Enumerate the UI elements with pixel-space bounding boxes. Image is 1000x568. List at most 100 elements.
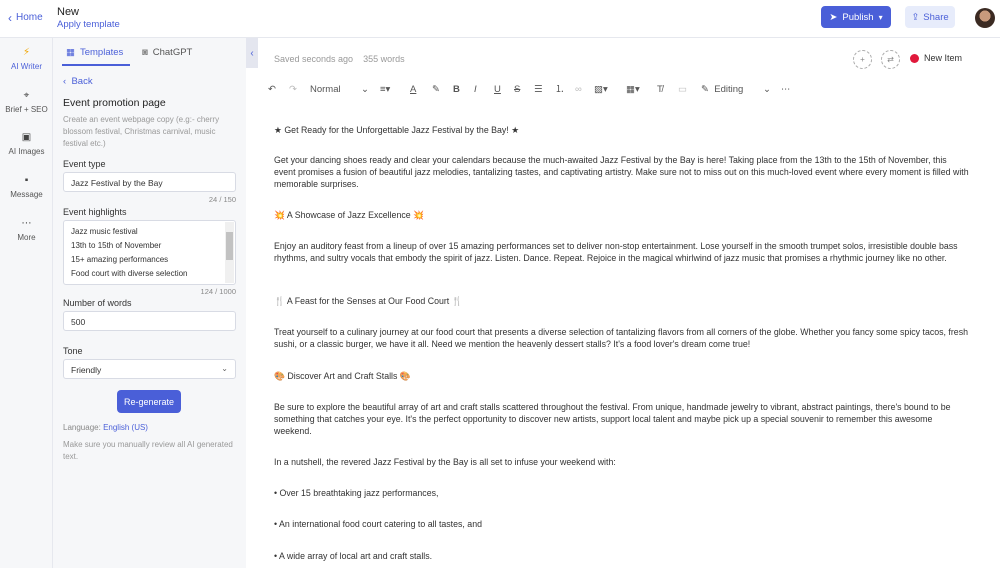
back-link[interactable]: ‹ Back [63, 76, 93, 87]
editing-mode-value: Editing [714, 84, 744, 95]
table-icon[interactable]: ▦▾ [626, 83, 640, 97]
document-heading: 💥 A Showcase of Jazz Excellence 💥 [274, 210, 425, 220]
tone-label: Tone [63, 346, 83, 356]
list-item: • Over 15 breathtaking jazz performances… [274, 488, 439, 498]
highlight-line: Food court with diverse selection [71, 269, 188, 278]
publish-button[interactable]: ➤ Publish ▾ [821, 6, 891, 28]
event-highlights-textarea[interactable]: Jazz music festival 13th to 15th of Nove… [63, 220, 236, 285]
chevron-left-icon: ‹ [250, 47, 254, 59]
highlight-line: 13th to 15th of November [71, 241, 162, 250]
apply-template-link[interactable]: Apply template [57, 19, 120, 30]
bold-icon[interactable]: B [453, 83, 460, 97]
scrollbar-thumb[interactable] [226, 232, 233, 260]
chevron-down-icon: ⌄ [221, 364, 228, 373]
template-description: Create an event webpage copy (e.g:- cher… [63, 115, 220, 148]
tab-label: Templates [79, 47, 124, 58]
new-item-status[interactable]: New Item [910, 53, 962, 63]
document-heading: ★ Get Ready for the Unforgettable Jazz F… [274, 125, 520, 135]
event-type-counter: 24 / 150 [208, 195, 236, 204]
new-item-label: New Item [924, 53, 963, 63]
template-heading: Event promotion page [63, 97, 166, 109]
event-type-input[interactable]: Jazz Festival by the Bay [63, 172, 236, 192]
language-setting: Language: English (US) [63, 423, 148, 432]
image-insert-icon[interactable]: ▧▾ [594, 83, 608, 97]
words-input[interactable]: 500 [63, 311, 236, 331]
active-tab-indicator [62, 64, 130, 66]
share-label: Share [923, 11, 949, 23]
chevron-left-icon: ‹ [8, 10, 12, 25]
text-style-select[interactable]: Normal [310, 83, 341, 97]
undo-icon[interactable]: ↶ [268, 83, 276, 97]
send-icon: ➤ [829, 11, 838, 23]
rail-item-ai-images[interactable]: ▣ AI Images [0, 132, 53, 156]
document-heading: 🎨 Discover Art and Craft Stalls 🎨 [274, 371, 411, 381]
document-heading: 🍴 A Feast for the Senses at Our Food Cou… [274, 296, 463, 306]
rail-item-more[interactable]: ⋯ More [0, 218, 53, 242]
chevron-down-icon[interactable]: ⌄ [763, 83, 771, 97]
target-icon: ⌖ [23, 90, 30, 101]
text-style-value: Normal [310, 84, 341, 95]
formatting-toolbar: ↶ ↷ Normal ⌄ ≡▾ A ✎ B I U S ☰ ⒈ ∞ ▧▾ ▦▾ … [268, 82, 988, 98]
rail-item-brief-seo[interactable]: ⌖ Brief + SEO [0, 90, 53, 114]
italic-icon[interactable]: I [474, 83, 477, 97]
language-link[interactable]: English (US) [103, 423, 148, 432]
rail-label: Brief + SEO [5, 105, 48, 114]
editing-mode-select[interactable]: ✎ Editing [701, 83, 743, 97]
strikethrough-icon[interactable]: S [514, 83, 520, 97]
back-label: Back [71, 76, 93, 87]
add-user-icon[interactable]: + [853, 50, 872, 69]
align-icon[interactable]: ≡▾ [380, 83, 390, 97]
status-dot-icon [910, 53, 919, 63]
template-panel: ▦ Templates ◙ ChatGPT ‹ Back Event promo… [53, 38, 246, 568]
saved-status: Saved seconds ago [274, 54, 354, 64]
numbered-list-icon[interactable]: ⒈ [555, 83, 565, 97]
panel-tabs: ▦ Templates ◙ ChatGPT [53, 38, 246, 66]
rail-item-ai-writer[interactable]: ⚡ AI Writer [0, 47, 53, 71]
document-paragraph: Get your dancing shoes ready and clear y… [274, 155, 969, 189]
tone-select[interactable]: Friendly ⌄ [63, 359, 236, 379]
tab-templates[interactable]: ▦ Templates [66, 47, 123, 58]
words-label: Number of words [63, 298, 132, 308]
home-link[interactable]: ‹ Home [8, 10, 43, 25]
chevron-down-icon: ▾ [878, 12, 883, 22]
publish-label: Publish [842, 11, 874, 23]
redo-icon[interactable]: ↷ [289, 83, 297, 97]
document-title[interactable]: New [57, 6, 79, 18]
user-avatar[interactable] [975, 8, 995, 28]
chat-icon: ▪ [24, 175, 29, 186]
review-note: Make sure you manually review all AI gen… [63, 440, 233, 461]
language-label: Language: [63, 423, 101, 432]
document-paragraph: Enjoy an auditory feast from a lineup of… [274, 241, 958, 263]
list-item: • A wide array of local art and craft st… [274, 551, 433, 561]
more-icon: ⋯ [21, 218, 32, 229]
rail-item-message[interactable]: ▪ Message [0, 175, 53, 199]
list-item: • An international food court catering t… [274, 519, 482, 529]
underline-icon[interactable]: U [494, 83, 501, 97]
textarea-scrollbar[interactable] [225, 222, 234, 283]
link-icon[interactable]: ∞ [575, 83, 582, 97]
tone-value: Friendly [71, 365, 102, 375]
bolt-icon: ⚡ [22, 47, 31, 58]
comment-icon[interactable]: ▭ [678, 83, 687, 97]
bullet-list-icon[interactable]: ☰ [534, 83, 543, 97]
text-color-icon[interactable]: A [410, 83, 416, 97]
chevron-down-icon[interactable]: ⌄ [361, 83, 369, 97]
tab-label: ChatGPT [152, 47, 193, 58]
share-button[interactable]: ⇪ Share [905, 6, 955, 28]
editor-area: Saved seconds ago 355 words + ⇄ New Item… [258, 38, 1000, 568]
more-options-icon[interactable]: ⋯ [781, 83, 791, 97]
home-label: Home [16, 12, 43, 23]
event-highlights-label: Event highlights [63, 207, 127, 217]
image-icon: ▣ [21, 132, 32, 143]
assign-icon[interactable]: ⇄ [881, 50, 900, 69]
highlight-icon[interactable]: ✎ [432, 83, 440, 97]
rail-label: More [17, 233, 36, 242]
collapse-panel-button[interactable]: ‹ [246, 38, 258, 68]
rail-label: AI Writer [11, 62, 42, 71]
regenerate-button[interactable]: Re-generate [117, 390, 181, 413]
tab-chatgpt[interactable]: ◙ ChatGPT [142, 47, 192, 58]
clear-format-icon[interactable]: T̸ [657, 83, 663, 97]
document-paragraph: Treat yourself to a culinary journey at … [274, 327, 968, 349]
document-paragraph: Be sure to explore the beautiful array o… [274, 402, 951, 436]
rail-label: AI Images [8, 147, 45, 156]
